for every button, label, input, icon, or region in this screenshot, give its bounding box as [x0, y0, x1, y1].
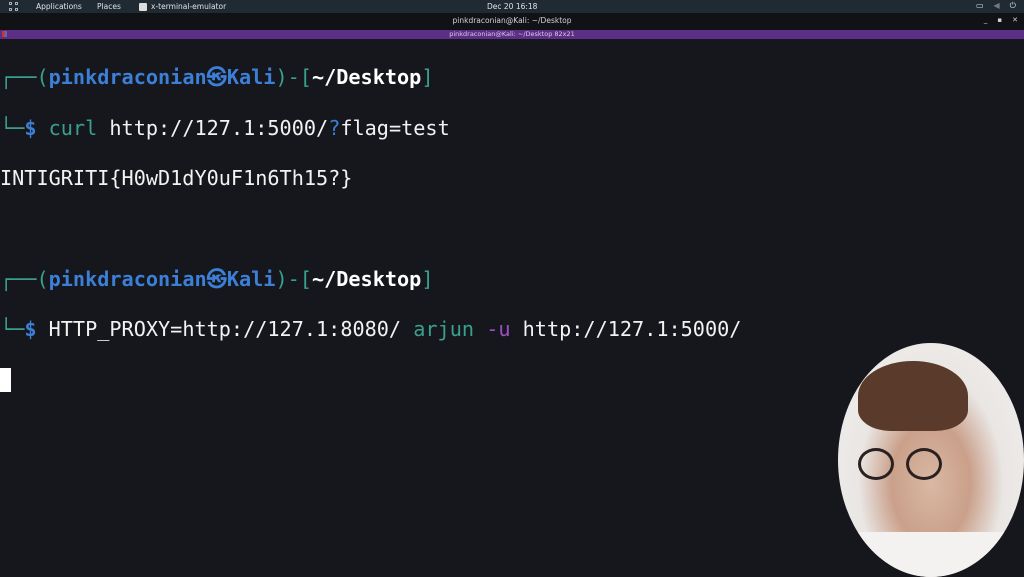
glasses-icon	[906, 448, 942, 480]
app-grid-icon[interactable]	[9, 2, 18, 11]
command-line-1: └─$ curl http://127.1:5000/?flag=test	[0, 115, 450, 140]
webcam-hair	[858, 361, 968, 431]
prompt-user: pinkdraconian	[48, 65, 207, 90]
applications-menu[interactable]: Applications	[36, 2, 82, 11]
maximize-icon[interactable]: ▪	[997, 16, 1002, 24]
output-line: INTIGRITI{H0wD1dY0uF1n6Th15?}	[0, 165, 353, 190]
terminal-icon	[139, 2, 147, 11]
webcam-shirt	[838, 532, 1024, 577]
command-flag: -u	[486, 317, 511, 342]
minimize-icon[interactable]: _	[984, 16, 988, 24]
prompt-line-1: ┌──(pinkdraconian㉿Kali)-[~/Desktop]	[0, 65, 434, 90]
power-icon[interactable]: ⏻	[1010, 1, 1016, 11]
env-assignment: HTTP_PROXY=http://127.1:8080/	[48, 317, 402, 342]
clock[interactable]: Dec 20 16:18	[487, 2, 537, 11]
display-icon[interactable]: ▭	[976, 1, 984, 11]
taskbar-terminal-label: x-terminal-emulator	[151, 2, 227, 11]
prompt-cwd: ~/Desktop	[311, 266, 422, 291]
places-menu[interactable]: Places	[97, 2, 121, 11]
close-icon[interactable]: ✕	[1012, 16, 1018, 24]
command-line-2: └─$ HTTP_PROXY=http://127.1:8080/ arjun …	[0, 317, 742, 342]
top-panel: Applications Places x-terminal-emulator …	[0, 0, 1024, 13]
webcam-overlay	[838, 343, 1024, 577]
command-arg: http://127.1:5000/	[97, 115, 329, 140]
taskbar-terminal[interactable]: x-terminal-emulator	[139, 2, 226, 11]
command-arg: http://127.1:5000/	[522, 317, 742, 342]
window-title: pinkdraconian@Kali: ~/Desktop	[452, 16, 572, 25]
system-tray: ▭ ◀ ⏻	[976, 1, 1016, 11]
command-arg-glob: ?	[328, 115, 341, 140]
volume-icon[interactable]: ◀	[994, 1, 1000, 11]
terminal-tab-title[interactable]: pinkdraconian@Kali: ~/Desktop 82x21	[0, 30, 1024, 38]
terminal-console[interactable]: ┌──(pinkdraconian㉿Kali)-[~/Desktop] └─$ …	[0, 40, 741, 418]
command-arg: flag=test	[340, 115, 450, 140]
prompt-host: Kali	[226, 266, 276, 291]
prompt-cwd: ~/Desktop	[311, 65, 422, 90]
window-titlebar: pinkdraconian@Kali: ~/Desktop _ ▪ ✕	[0, 13, 1024, 30]
glasses-icon	[858, 448, 894, 480]
text-cursor	[0, 367, 11, 392]
terminal-tab-bar: pinkdraconian@Kali: ~/Desktop 82x21	[0, 30, 1024, 39]
prompt-user: pinkdraconian	[48, 266, 207, 291]
prompt-host: Kali	[226, 65, 276, 90]
prompt-line-2: ┌──(pinkdraconian㉿Kali)-[~/Desktop]	[0, 266, 434, 291]
command: arjun	[413, 317, 475, 342]
command: curl	[48, 115, 98, 140]
